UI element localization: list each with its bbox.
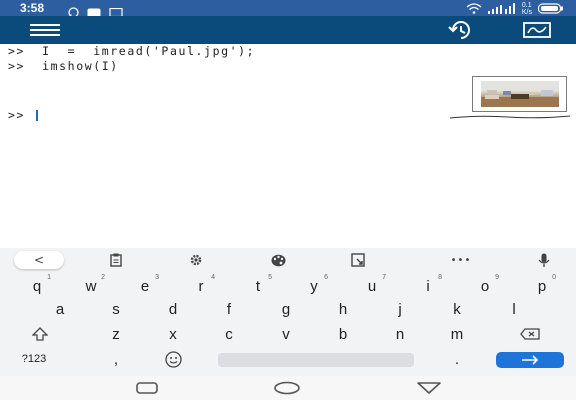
key-label: o	[480, 277, 490, 295]
console-line: >> I = imread('Paul.jpg');	[8, 44, 256, 58]
key-label: y	[310, 277, 318, 295]
prompt-text: >>	[8, 108, 34, 122]
arrow-right-icon	[522, 355, 539, 365]
space-key[interactable]	[218, 353, 414, 367]
status-time: 3:58	[20, 1, 45, 15]
key-hint: 4	[211, 274, 215, 281]
recent-apps-icon[interactable]	[132, 380, 162, 396]
key-w[interactable]: w2	[71, 274, 111, 298]
key-f[interactable]: f	[209, 297, 249, 321]
command-history-icon[interactable]	[444, 20, 478, 40]
key-o[interactable]: o9	[465, 274, 505, 298]
key-k[interactable]: k	[437, 297, 477, 321]
key-c[interactable]: c	[209, 322, 249, 346]
key-hint: 0	[552, 274, 556, 281]
gear-icon[interactable]	[184, 251, 208, 269]
key-label: i	[426, 277, 430, 295]
key-hint: 6	[324, 274, 328, 281]
console-line: >> imshow(I)	[8, 59, 119, 73]
key-a[interactable]: a	[40, 297, 80, 321]
key-hint: 2	[101, 274, 105, 281]
key-p[interactable]: p0	[522, 274, 562, 298]
network-speed: 0.1 K/s	[522, 2, 532, 16]
app-bar	[0, 16, 576, 44]
command-prompt[interactable]: >>	[8, 108, 38, 122]
backspace-icon	[520, 328, 540, 340]
symbols-key[interactable]: ?123	[12, 347, 56, 371]
key-u[interactable]: u7	[352, 274, 392, 298]
battery-icon	[537, 2, 564, 16]
home-icon[interactable]	[272, 380, 302, 396]
key-label: q	[32, 277, 42, 295]
key-hint: 7	[382, 274, 386, 281]
network-speed-value: 0.1	[521, 2, 532, 9]
key-hint: 3	[155, 274, 159, 281]
enter-key[interactable]	[496, 352, 564, 368]
signal-icon	[487, 2, 516, 16]
key-hint: 5	[268, 274, 272, 281]
photo-thumbnail-icon	[481, 81, 559, 107]
key-v[interactable]: v	[266, 322, 306, 346]
keyboard-back-icon[interactable]: <	[14, 251, 64, 269]
key-label: e	[140, 277, 150, 295]
status-bar: 3:58 0.1 K/s	[0, 0, 576, 18]
palette-icon[interactable]	[266, 251, 290, 269]
key-label: t	[255, 277, 261, 295]
key-i[interactable]: i8	[408, 274, 448, 298]
key-g[interactable]: g	[266, 297, 306, 321]
key-s[interactable]: s	[96, 297, 136, 321]
key-n[interactable]: n	[380, 322, 420, 346]
system-icons: 0.1 K/s	[466, 2, 564, 16]
screen: 3:58 0.1 K/s >> I = imread('Paul.jpg'); …	[0, 0, 576, 400]
key-label: p	[537, 277, 547, 295]
comma-key[interactable]: ,	[96, 347, 136, 371]
emoji-icon	[164, 350, 182, 368]
resize-icon[interactable]	[346, 251, 370, 269]
network-speed-unit: K/s	[521, 9, 532, 16]
key-b[interactable]: b	[323, 322, 363, 346]
key-label: r	[198, 277, 204, 295]
key-e[interactable]: e3	[125, 274, 165, 298]
shift-icon	[32, 327, 48, 341]
mic-icon[interactable]	[532, 251, 556, 269]
key-hint: 8	[438, 274, 442, 281]
more-icon[interactable]: •••	[446, 251, 476, 269]
key-h[interactable]: h	[323, 297, 363, 321]
key-r[interactable]: r4	[181, 274, 221, 298]
key-j[interactable]: j	[380, 297, 420, 321]
shift-key[interactable]	[20, 322, 60, 346]
backspace-key[interactable]	[510, 322, 550, 346]
key-hint: 1	[47, 274, 51, 281]
key-label: u	[367, 277, 377, 295]
emoji-key[interactable]	[153, 347, 193, 371]
period-key[interactable]: .	[437, 347, 477, 371]
key-d[interactable]: d	[153, 297, 193, 321]
key-t[interactable]: t5	[238, 274, 278, 298]
key-hint: 9	[495, 274, 499, 281]
wifi-icon	[466, 2, 482, 16]
navigation-bar	[0, 376, 576, 400]
figure-window-icon[interactable]	[520, 21, 552, 39]
menu-icon[interactable]	[30, 23, 60, 37]
key-q[interactable]: q1	[17, 274, 57, 298]
back-triangle-icon[interactable]	[414, 380, 444, 396]
scribble-line	[449, 115, 571, 119]
keyboard-toolbar: < •••	[0, 248, 576, 272]
key-l[interactable]: l	[494, 297, 534, 321]
figure-thumbnail[interactable]	[472, 76, 567, 112]
text-cursor	[35, 110, 38, 121]
key-z[interactable]: z	[96, 322, 136, 346]
command-window[interactable]: >> I = imread('Paul.jpg'); >> imshow(I) …	[0, 44, 576, 248]
clipboard-icon[interactable]	[104, 251, 128, 269]
onscreen-keyboard: < ••• q1 w2 e3 r4 t5 y6 u7 i8 o9 p 0 a s…	[0, 248, 576, 376]
key-label: w	[85, 277, 97, 295]
key-x[interactable]: x	[153, 322, 193, 346]
key-m[interactable]: m	[437, 322, 477, 346]
key-y[interactable]: y6	[294, 274, 334, 298]
